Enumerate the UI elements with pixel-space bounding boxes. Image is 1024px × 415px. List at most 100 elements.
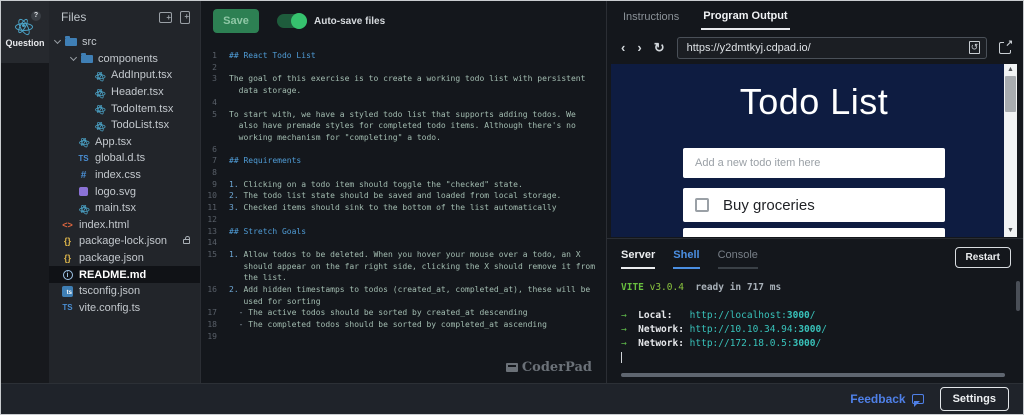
file-tree-item-components[interactable]: components <box>49 51 200 68</box>
tab-instructions[interactable]: Instructions <box>621 3 681 29</box>
file-name: index.css <box>95 169 200 181</box>
file-tree-item-src[interactable]: src <box>49 34 200 51</box>
line-text: used for sorting <box>225 296 321 308</box>
line-text: ## React Todo List <box>225 50 316 62</box>
editor-line[interactable]: 13## Stretch Goals <box>201 226 606 238</box>
line-number: 11 <box>201 202 225 214</box>
console-panel: Server Shell Console Restart VITE v3.0.4… <box>607 238 1023 383</box>
file-tree-item-app-tsx[interactable]: App.tsx <box>49 134 200 151</box>
line-text <box>225 144 234 156</box>
new-directory-icon[interactable] <box>159 12 172 23</box>
save-button[interactable]: Save <box>213 9 259 33</box>
feedback-link[interactable]: Feedback <box>850 392 923 406</box>
line-text: ## Requirements <box>225 155 301 167</box>
file-tree-item-package-json[interactable]: {}package.json <box>49 250 200 267</box>
url-text[interactable]: https://y2dmtkyj.cdpad.io/ <box>687 42 969 54</box>
editor-line[interactable]: 4 <box>201 97 606 109</box>
file-tree-item-index-css[interactable]: # index.css <box>49 167 200 184</box>
chevron-down-icon[interactable] <box>54 37 61 44</box>
reload-icon[interactable]: ↻ <box>654 41 665 54</box>
editor-line[interactable]: 3The goal of this exercise is to create … <box>201 73 606 85</box>
todo-list: Buy groceries <box>611 188 1017 222</box>
css-icon: # <box>77 170 90 181</box>
preview-scrollbar[interactable]: ▲ ▼ <box>1004 64 1017 237</box>
editor-line[interactable]: 2 <box>201 62 606 74</box>
tab-console[interactable]: Console <box>718 249 758 269</box>
file-tree-item-header-tsx[interactable]: Header.tsx <box>49 84 200 101</box>
tab-program-output[interactable]: Program Output <box>701 2 789 30</box>
code-editor-panel: Save Auto-save files 1## React Todo List… <box>201 1 607 383</box>
editor-line[interactable]: 19 <box>201 331 606 343</box>
file-tree-item-todolist-tsx[interactable]: TodoList.tsx <box>49 117 200 134</box>
restart-button[interactable]: Restart <box>955 247 1011 268</box>
editor-line[interactable]: 5To start with, we have a styled todo li… <box>201 109 606 121</box>
scroll-up-icon[interactable]: ▲ <box>1007 64 1014 76</box>
file-tree-item-addinput-tsx[interactable]: AddInput.tsx <box>49 67 200 84</box>
line-number <box>201 296 225 308</box>
url-bar[interactable]: https://y2dmtkyj.cdpad.io/ ↺ <box>677 37 987 59</box>
chevron-down-icon[interactable] <box>70 54 77 61</box>
editor-line[interactable]: 12 <box>201 214 606 226</box>
editor-toolbar: Save Auto-save files <box>201 1 606 41</box>
file-tree-item-package-lock-json[interactable]: {}package-lock.json <box>49 233 200 250</box>
editor-line[interactable]: should appear on the far right side, cli… <box>201 261 606 273</box>
tab-server[interactable]: Server <box>621 249 655 269</box>
editor-line[interactable]: 151. Allow todos to be deleted. When you… <box>201 249 606 261</box>
file-tree-item-tsconfig-json[interactable]: tstsconfig.json <box>49 283 200 300</box>
editor-line[interactable]: the list. <box>201 272 606 284</box>
new-todo-input[interactable] <box>683 148 945 178</box>
browser-navbar: ‹ › ↻ https://y2dmtkyj.cdpad.io/ ↺ <box>607 31 1023 64</box>
line-number: 12 <box>201 214 225 226</box>
editor-line[interactable]: working mechanism for "completing" a tod… <box>201 132 606 144</box>
editor-content[interactable]: 1## React Todo List2 3The goal of this e… <box>201 41 606 343</box>
files-panel-header: Files <box>49 1 200 30</box>
editor-line[interactable]: 1## React Todo List <box>201 50 606 62</box>
file-tree-item-todoitem-tsx[interactable]: TodoItem.tsx <box>49 100 200 117</box>
todo-card-partial[interactable] <box>683 228 945 237</box>
file-tree-item-main-tsx[interactable]: main.tsx <box>49 200 200 217</box>
scroll-down-icon[interactable]: ▼ <box>1007 225 1014 237</box>
todo-checkbox-icon[interactable] <box>695 198 709 212</box>
editor-line[interactable]: data storage. <box>201 85 606 97</box>
file-tree-item-global-d-ts[interactable]: TSglobal.d.ts <box>49 150 200 167</box>
file-tree-item-logo-svg[interactable]: logo.svg <box>49 183 200 200</box>
open-in-new-tab-icon[interactable] <box>999 42 1011 54</box>
editor-line[interactable]: 14 <box>201 237 606 249</box>
autosave-toggle[interactable] <box>277 14 307 28</box>
editor-line[interactable]: 91. Clicking on a todo item should toggl… <box>201 179 606 191</box>
scrollbar-thumb[interactable] <box>1005 76 1016 112</box>
terminal-hscrollbar[interactable] <box>621 373 1005 377</box>
file-name: vite.config.ts <box>79 302 200 314</box>
editor-line[interactable]: used for sorting <box>201 296 606 308</box>
editor-line[interactable]: 8 <box>201 167 606 179</box>
editor-line[interactable]: 102. The todo list state should be saved… <box>201 190 606 202</box>
editor-line[interactable]: also have premade styles for completed t… <box>201 120 606 132</box>
line-number: 19 <box>201 331 225 343</box>
editor-line[interactable]: 7## Requirements <box>201 155 606 167</box>
editor-line[interactable]: 162. Add hidden timestamps to todos (cre… <box>201 284 606 296</box>
editor-line[interactable]: 18 - The completed todos should be sorte… <box>201 319 606 331</box>
forward-icon[interactable]: › <box>637 41 641 54</box>
main-area: ? Question Files srccomponentsAddInput.t… <box>1 1 1023 383</box>
line-text: 1. Clicking on a todo item should toggle… <box>225 179 523 191</box>
line-text <box>225 237 234 249</box>
refresh-preview-icon[interactable]: ↺ <box>969 41 980 54</box>
editor-line[interactable]: 17 - The active todos should be sorted b… <box>201 307 606 319</box>
new-file-icon[interactable] <box>180 11 190 24</box>
terminal-vscrollbar[interactable] <box>1016 281 1020 311</box>
activity-item-question[interactable]: ? Question <box>1 1 49 63</box>
todo-card[interactable]: Buy groceries <box>683 188 945 222</box>
files-panel: Files srccomponentsAddInput.tsxHeader.ts… <box>49 1 201 383</box>
typescript-icon: TS <box>61 303 74 312</box>
file-tree-item-vite-config-ts[interactable]: TS vite.config.ts <box>49 300 200 317</box>
editor-line[interactable]: 6 <box>201 144 606 156</box>
back-icon[interactable]: ‹ <box>621 41 625 54</box>
autosave-toggle-wrap[interactable]: Auto-save files <box>277 14 385 28</box>
file-tree-item-readme-md[interactable]: iREADME.md <box>49 266 200 283</box>
react-icon <box>93 87 106 98</box>
editor-line[interactable]: 113. Checked items should sink to the bo… <box>201 202 606 214</box>
app-window: ? Question Files srccomponentsAddInput.t… <box>0 0 1024 415</box>
settings-button[interactable]: Settings <box>940 387 1009 411</box>
tab-shell[interactable]: Shell <box>673 249 699 269</box>
file-tree-item-index-html[interactable]: <>index.html <box>49 217 200 234</box>
